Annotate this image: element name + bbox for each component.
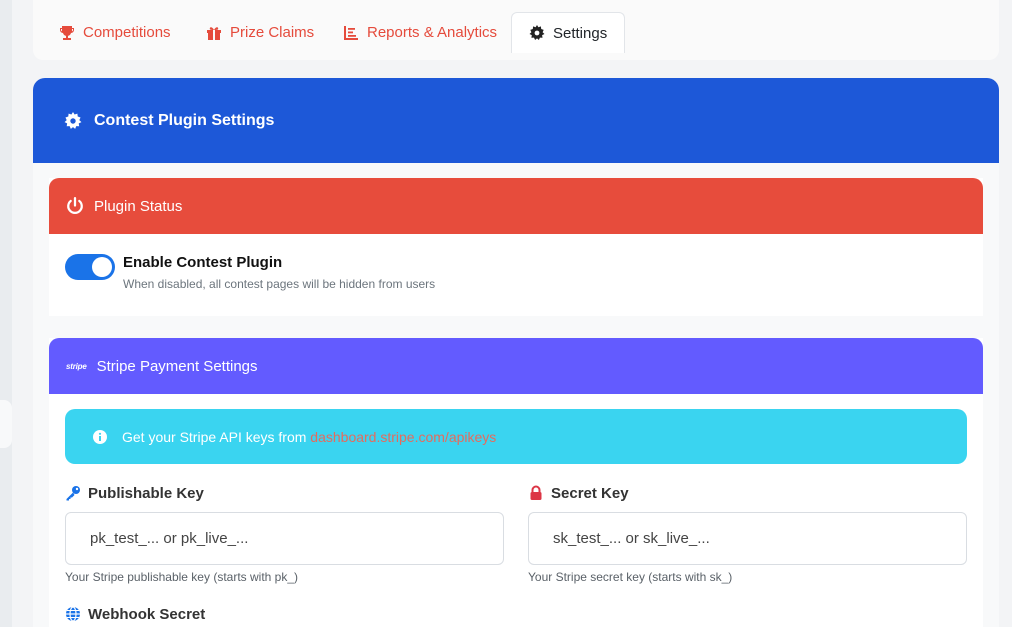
field-label-text: Webhook Secret (88, 605, 206, 623)
toggle-knob (92, 257, 112, 277)
tab-settings[interactable]: Settings (511, 12, 626, 53)
gear-icon (529, 25, 545, 40)
plugin-status-card: Plugin Status Enable Contest Plugin When… (49, 178, 983, 316)
stripe-info-alert: Get your Stripe API keys from dashboard.… (65, 409, 967, 464)
chart-icon (344, 25, 358, 40)
page-title: Contest Plugin Settings (94, 111, 275, 129)
field-label-text: Secret Key (551, 484, 629, 502)
lock-icon (530, 485, 542, 500)
tab-label: Prize Claims (230, 24, 315, 41)
power-icon (67, 197, 83, 215)
secret-key-label: Secret Key (528, 483, 967, 503)
tab-label: Reports & Analytics (367, 24, 498, 41)
left-sidebar-edge (0, 0, 12, 627)
tab-label: Settings (553, 24, 608, 42)
key-icon (66, 486, 80, 501)
publishable-key-label: Publishable Key (65, 483, 504, 503)
publishable-key-help: Your Stripe publishable key (starts with… (65, 570, 299, 584)
info-text: Get your Stripe API keys from dashboard.… (122, 429, 496, 445)
card-title: Plugin Status (94, 197, 183, 215)
plugin-status-header: Plugin Status (49, 178, 983, 234)
tab-prize-claims[interactable]: Prize Claims (189, 12, 331, 53)
info-prefix: Get your Stripe API keys from (122, 428, 311, 445)
toggle-help: When disabled, all contest pages will be… (123, 277, 436, 291)
webhook-secret-field: Webhook Secret (65, 604, 504, 624)
sidebar-notch (0, 400, 12, 448)
secret-key-field: Secret Key sk_test_... or sk_live_... Yo… (528, 483, 967, 584)
stripe-settings-header: stripe Stripe Payment Settings (49, 338, 983, 394)
publishable-key-field: Publishable Key pk_test_... or pk_live_.… (65, 483, 504, 584)
globe-icon (66, 606, 80, 622)
enable-plugin-toggle[interactable] (65, 254, 115, 280)
field-label-text: Publishable Key (88, 484, 204, 502)
stripe-dashboard-link[interactable]: dashboard.stripe.com/apikeys (310, 429, 496, 445)
tab-label: Competitions (83, 24, 171, 41)
toggle-text: Enable Contest Plugin When disabled, all… (123, 254, 435, 291)
trophy-icon (60, 25, 74, 40)
stripe-logo-icon: stripe (66, 361, 87, 371)
secret-key-help: Your Stripe secret key (starts with sk_) (528, 570, 733, 584)
publishable-key-input[interactable]: pk_test_... or pk_live_... (65, 512, 504, 565)
secret-key-input[interactable]: sk_test_... or sk_live_... (528, 512, 967, 565)
tabs-bar: Competitions Prize Claims Reports & Anal… (33, 0, 999, 60)
card-title: Stripe Payment Settings (96, 357, 258, 375)
tab-reports-analytics[interactable]: Reports & Analytics (326, 12, 514, 53)
tab-competitions[interactable]: Competitions (42, 12, 188, 53)
gear-icon (64, 111, 82, 129)
gift-icon (207, 26, 221, 40)
stripe-settings-card: stripe Stripe Payment Settings Get your … (49, 338, 983, 627)
settings-header: Contest Plugin Settings (33, 78, 999, 163)
webhook-secret-label: Webhook Secret (65, 604, 504, 624)
toggle-label: Enable Contest Plugin (123, 254, 283, 271)
enable-plugin-row: Enable Contest Plugin When disabled, all… (65, 254, 435, 291)
info-icon (93, 429, 107, 444)
